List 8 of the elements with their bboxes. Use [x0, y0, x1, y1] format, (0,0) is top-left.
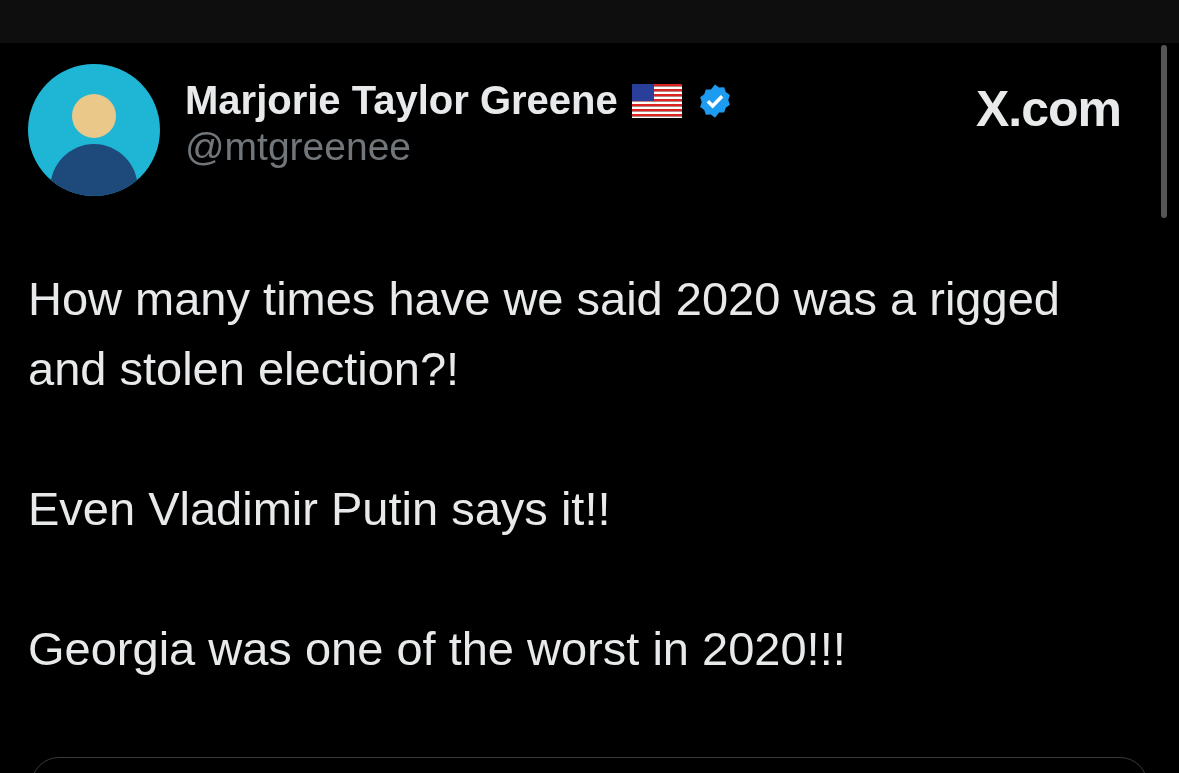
- site-label: X.com: [975, 80, 1121, 138]
- post-text: Even Vladimir Putin says it!!: [28, 481, 612, 537]
- post-text: How many times have we said 2020 was a rigged and stolen election?!: [28, 271, 1061, 397]
- flag-icon: [631, 83, 682, 118]
- post-text: Georgia was one of the worst in 2020!!!: [28, 621, 847, 677]
- scrollbar[interactable]: [1161, 45, 1167, 218]
- author-name[interactable]: Marjorie Taylor Greene: [185, 78, 618, 123]
- author-handle[interactable]: @mtgreenee: [185, 125, 976, 169]
